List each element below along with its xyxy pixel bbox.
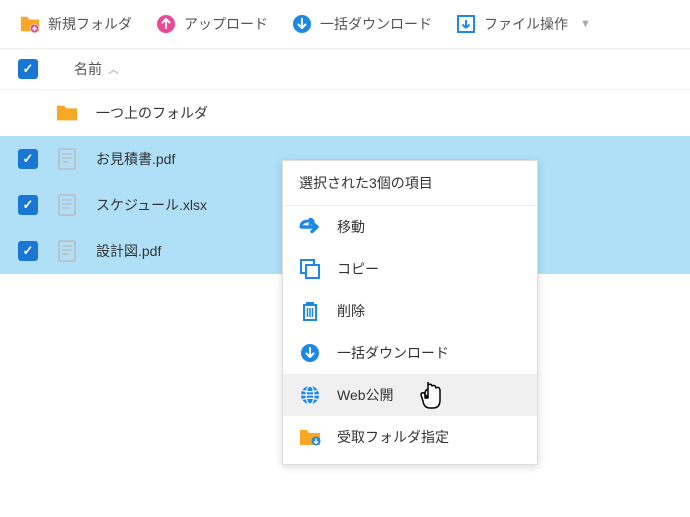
context-web-publish[interactable]: Web公開 [283,374,537,416]
file-name: スケジュール.xlsx [96,195,207,215]
file-checkbox[interactable] [18,149,38,169]
parent-folder-label: 一つ上のフォルダ [96,103,208,123]
folder-receive-icon [299,426,321,448]
context-delete-label: 削除 [337,301,365,321]
context-web-publish-label: Web公開 [337,385,394,405]
file-ops-label: ファイル操作 [484,14,568,34]
name-column-label: 名前 [74,59,102,79]
download-icon [299,342,321,364]
folder-icon [56,102,78,124]
download-icon [292,14,312,34]
upload-label: アップロード [184,14,268,34]
document-icon [56,194,78,216]
context-move[interactable]: 移動 [283,206,537,248]
copy-icon [299,258,321,280]
file-name: お見積書.pdf [96,149,175,169]
parent-folder-row[interactable]: 一つ上のフォルダ [0,90,690,136]
context-copy-label: コピー [337,259,379,279]
column-header-row: 名前 ︿ [0,49,690,90]
context-menu-header: 選択された3個の項目 [283,161,537,206]
context-move-label: 移動 [337,217,365,237]
sort-asc-icon: ︿ [108,61,119,77]
name-column-header[interactable]: 名前 ︿ [74,59,119,79]
context-copy[interactable]: コピー [283,248,537,290]
context-bulk-download-label: 一括ダウンロード [337,343,449,363]
folder-add-icon [20,14,40,34]
document-icon [56,240,78,262]
trash-icon [299,300,321,322]
file-checkbox[interactable] [18,241,38,261]
upload-button[interactable]: アップロード [148,10,276,38]
file-name: 設計図.pdf [96,241,161,261]
bulk-download-label: 一括ダウンロード [320,14,432,34]
file-ops-button[interactable]: ファイル操作 ▼ [448,10,599,38]
file-ops-icon [456,14,476,34]
file-checkbox[interactable] [18,195,38,215]
context-receive-folder-label: 受取フォルダ指定 [337,427,449,447]
new-folder-label: 新規フォルダ [48,14,132,34]
context-menu: 選択された3個の項目 移動 コピー [282,160,538,465]
toolbar: 新規フォルダ アップロード 一括ダウンロード ファイル操作 ▼ [0,0,690,49]
context-bulk-download[interactable]: 一括ダウンロード [283,332,537,374]
document-icon [56,148,78,170]
context-delete[interactable]: 削除 [283,290,537,332]
new-folder-button[interactable]: 新規フォルダ [12,10,140,38]
bulk-download-button[interactable]: 一括ダウンロード [284,10,440,38]
chevron-down-icon: ▼ [580,18,591,30]
move-icon [299,216,321,238]
select-all-checkbox[interactable] [18,59,38,79]
upload-icon [156,14,176,34]
context-receive-folder[interactable]: 受取フォルダ指定 [283,416,537,458]
globe-icon [299,384,321,406]
